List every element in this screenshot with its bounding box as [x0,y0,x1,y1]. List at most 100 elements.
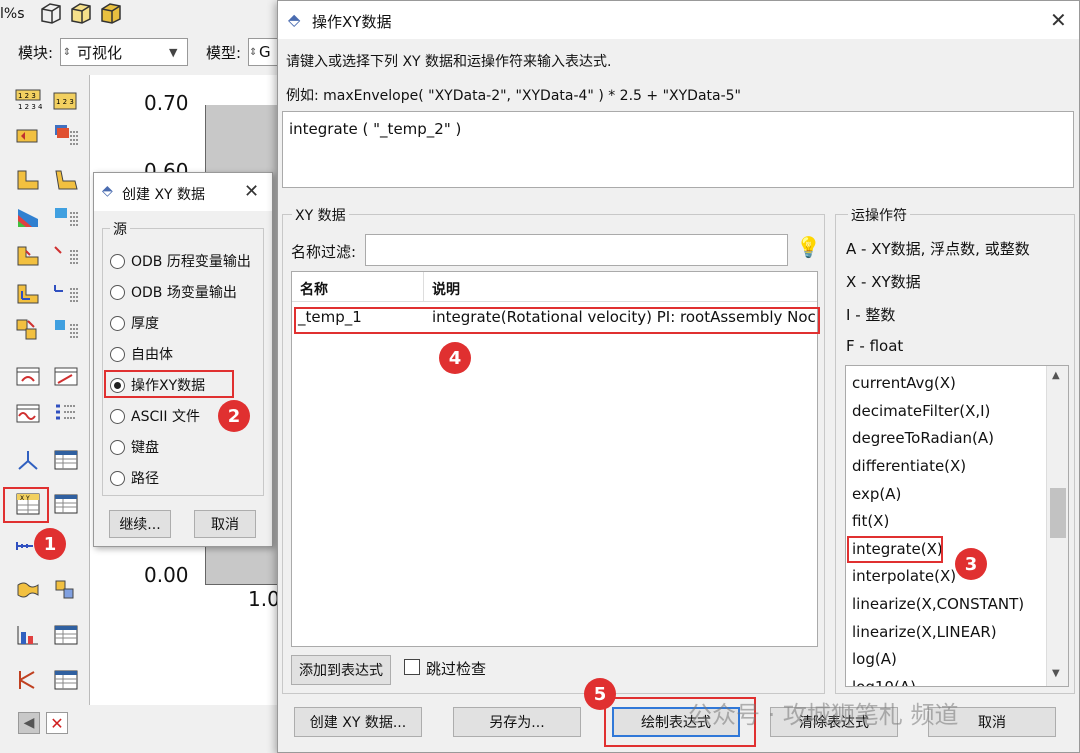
stream-button[interactable] [12,575,44,605]
chart-options-button[interactable] [50,620,82,650]
orientation-options-button[interactable] [50,279,82,309]
legend-f: F - float [846,337,904,355]
continue-button[interactable]: 继续... [109,510,171,538]
operator-scrollbar[interactable]: ▲ ▼ [1046,366,1068,686]
symbol-options-button[interactable] [50,241,82,271]
radio-odb-field[interactable]: ODB 场变量输出 [110,282,237,302]
cancel-procedure-button[interactable]: ✕ [46,712,68,734]
filter-input[interactable] [365,234,788,266]
animation-options-button[interactable] [50,398,82,428]
probe-values-button[interactable]: 1 2 3 1 2 3 4 [12,85,44,115]
step-badge-5: 5 [584,678,616,710]
operator-item[interactable]: interpolate(X) [852,567,956,585]
expression-textarea[interactable]: integrate ( "_temp_2" ) [282,111,1074,188]
save-as-button[interactable]: 另存为... [453,707,581,737]
lightbulb-icon[interactable]: 💡 [796,235,821,259]
free-body-button[interactable] [12,665,44,695]
contour-options-button[interactable] [50,203,82,233]
material-orientation-button[interactable] [12,279,44,309]
operators-group-label: 运操作符 [848,205,910,225]
operator-item[interactable]: decimateFilter(X,I) [852,402,990,420]
operate-xy-data-dialog: ⬘ 操作XY数据 ✕ 请键入或选择下列 XY 数据和运操作符来输入表达式. 例如… [277,0,1080,753]
orientation-list-icon [54,285,78,302]
operator-item[interactable]: log10(A) [852,678,916,686]
symbol-icon [17,246,39,266]
scrollbar-thumb[interactable] [1050,488,1066,538]
radio-thickness[interactable]: 厚度 [110,313,159,333]
cancel-button[interactable]: 取消 [194,510,256,538]
instruction-text: 请键入或选择下列 XY 数据和运操作符来输入表达式. [286,54,612,70]
stream-options-button[interactable] [50,575,82,605]
spin-icon: ⇕ [249,46,258,58]
overlay-list-icon [55,320,78,338]
dialog-title: 操作XY数据 [312,13,392,31]
module-select[interactable]: ⇕ 可视化 ▼ [60,38,188,66]
free-body-manager-button[interactable] [50,665,82,695]
symbol-list-icon [54,246,78,264]
result-chart-button[interactable] [12,620,44,650]
skip-check-checkbox[interactable] [404,659,420,675]
close-icon[interactable]: ✕ [244,181,259,202]
cube-solid-icon[interactable] [98,0,124,26]
layers-button[interactable] [50,120,82,150]
cube-half-icon[interactable] [68,0,94,26]
overlay-icon [16,319,37,340]
model-value: G [259,43,271,61]
operator-item[interactable]: linearize(X,CONSTANT) [852,595,1024,613]
bar-chart-icon [17,626,38,645]
add-to-expression-button[interactable]: 添加到表达式 [291,655,391,685]
chevron-down-icon[interactable]: ▼ [1052,668,1060,679]
view-cube-buttons[interactable] [38,0,138,30]
operator-item[interactable]: log(A) [852,650,897,668]
x-tick-label: 1.0 [248,587,280,611]
operator-item[interactable]: differentiate(X) [852,457,966,475]
film-wave-icon [16,404,40,423]
symbol-button[interactable] [12,241,44,271]
legend-a: A - XY数据, 浮点数, 或整数 [846,240,1030,258]
operator-item[interactable]: exp(A) [852,485,901,503]
table-window-icon [54,450,78,470]
xy-data-manager-button[interactable] [50,489,82,519]
animate-time-button[interactable] [12,361,44,391]
radio-odb-history[interactable]: ODB 历程变量输出 [110,251,251,271]
operator-item[interactable]: degreeToRadian(A) [852,429,994,447]
contour-button[interactable] [12,203,44,233]
view-cut-button[interactable] [12,445,44,475]
model-select[interactable]: ⇕ G [248,38,280,66]
operator-item[interactable]: currentAvg(X) [852,374,956,392]
radio-keyboard[interactable]: 键盘 [110,437,159,457]
deformed-button[interactable] [50,165,82,195]
skip-check-label: 跳过检查 [426,660,487,678]
watermark: 公众号 · 攻城狮笔札 频道 [688,701,959,729]
small-dialog-titlebar: ⬘ 创建 XY 数据 ✕ [94,173,272,211]
svg-text:1 2 3: 1 2 3 [56,98,74,106]
query-button[interactable] [12,120,44,150]
arrow-left-icon: ◀ [23,715,35,731]
overlay-options-button[interactable] [50,315,82,345]
highlight-temp-row [294,307,820,334]
list-icon [56,404,76,420]
multiple-plot-button[interactable] [12,315,44,345]
report-values-button[interactable]: 1 2 3 [50,85,82,115]
radio-free-body[interactable]: 自由体 [110,344,173,364]
operator-item[interactable]: fit(X) [852,512,889,530]
operator-item[interactable]: linearize(X,LINEAR) [852,623,997,641]
undeformed-shape-icon [17,170,39,190]
svg-text:1 2 3: 1 2 3 [18,92,36,100]
view-cut-manager-button[interactable] [50,445,82,475]
animate-harmonic-button[interactable] [12,398,44,428]
create-xy-data-button[interactable]: 创建 XY 数据... [294,707,422,737]
small-dialog-title: 创建 XY 数据 [122,187,206,203]
chevron-up-icon[interactable]: ▲ [1052,370,1060,381]
module-label: 模块: [18,44,54,62]
stream-icon [17,582,39,598]
radio-ascii-file[interactable]: ASCII 文件 [110,406,200,426]
back-button[interactable]: ◀ [18,712,40,734]
animate-scale-button[interactable] [50,361,82,391]
radio-path[interactable]: 路径 [110,468,159,488]
undeformed-button[interactable] [12,165,44,195]
table-window-icon [54,494,78,514]
cube-wire-icon[interactable] [38,0,64,26]
close-icon[interactable]: ✕ [1050,8,1067,32]
source-group-label: 源 [110,219,130,239]
